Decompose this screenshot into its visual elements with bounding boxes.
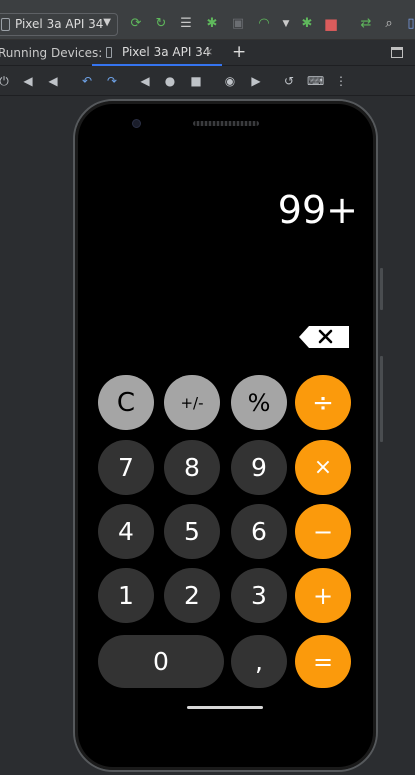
volume-up-icon[interactable]: ◀ <box>20 73 36 89</box>
clear-button[interactable]: C <box>98 375 154 430</box>
debug-icon[interactable]: ✱ <box>204 16 220 32</box>
volume-down-icon[interactable]: ◀ <box>45 73 61 89</box>
power-icon[interactable]: ⏻ <box>0 73 12 89</box>
profiler-icon[interactable]: ◠ <box>256 16 272 32</box>
phone-icon <box>106 47 112 58</box>
window-options-icon[interactable] <box>391 47 403 58</box>
tab-label: Pixel 3a API 34 <box>122 45 211 59</box>
device-selector-label: Pixel 3a API 34 <box>15 17 104 31</box>
equals-button[interactable]: = <box>295 635 351 688</box>
phone-icon <box>1 18 10 31</box>
keyboard-icon[interactable]: ⌨ <box>307 73 324 89</box>
add-tab-button[interactable]: + <box>232 42 246 62</box>
backspace-icon[interactable] <box>299 325 349 349</box>
dropdown-icon[interactable]: ▼ <box>278 16 294 32</box>
apply-code-changes-icon[interactable]: ↻ <box>153 16 169 32</box>
side-power-button <box>380 268 383 310</box>
device-selector[interactable]: Pixel 3a API 34 ▼ <box>0 13 118 36</box>
stop-icon[interactable]: ■ <box>323 16 339 32</box>
search-icon[interactable]: ⌕ <box>381 16 397 32</box>
multiply-button[interactable]: × <box>295 440 351 495</box>
main-toolbar: Pixel 3a API 34 ▼ ⟳ ↻ ☰ ✱ ▣ ◠ ▼ ✱ ■ ⇄ ⌕ … <box>0 0 415 40</box>
screenshot-icon[interactable]: ◉ <box>222 73 238 89</box>
overview-icon[interactable]: ■ <box>188 73 204 89</box>
digit-2-button[interactable]: 2 <box>164 568 220 623</box>
side-volume-button <box>380 356 383 442</box>
snapshot-icon[interactable]: ↺ <box>281 73 297 89</box>
plus-button[interactable]: + <box>295 568 351 623</box>
emulator-toolbar: ⏻ ◀ ◀ ↶ ↷ ◀ ● ■ ◉ ▶ ↺ ⌨ ⋮ <box>0 66 415 96</box>
running-devices-tabbar: Running Devices: Pixel 3a API 34 × + <box>0 40 415 66</box>
digit-1-button[interactable]: 1 <box>98 568 154 623</box>
running-devices-label: Running Devices: <box>0 46 103 60</box>
logcat-icon[interactable]: ☰ <box>178 16 194 32</box>
minus-button[interactable]: − <box>295 504 351 559</box>
sign-toggle-button[interactable]: +/- <box>164 375 220 430</box>
rotate-right-icon[interactable]: ↷ <box>104 73 120 89</box>
sync-icon[interactable]: ⇄ <box>358 16 374 32</box>
apply-changes-icon[interactable]: ⟳ <box>128 16 144 32</box>
close-icon[interactable]: × <box>204 45 213 58</box>
digit-9-button[interactable]: 9 <box>231 440 287 495</box>
front-camera <box>132 119 141 128</box>
digit-5-button[interactable]: 5 <box>164 504 220 559</box>
gesture-home-bar[interactable] <box>187 706 263 709</box>
more-icon[interactable]: ⋮ <box>333 73 349 89</box>
attach-debugger-icon[interactable]: ▣ <box>230 16 246 32</box>
screen-record-icon[interactable]: ▶ <box>248 73 264 89</box>
percent-button[interactable]: % <box>231 375 287 430</box>
calculator-display: 99+ <box>277 188 358 232</box>
digit-0-button[interactable]: 0 <box>98 635 224 688</box>
digit-4-button[interactable]: 4 <box>98 504 154 559</box>
digit-8-button[interactable]: 8 <box>164 440 220 495</box>
home-icon[interactable]: ● <box>162 73 178 89</box>
back-icon[interactable]: ◀ <box>137 73 153 89</box>
rotate-left-icon[interactable]: ↶ <box>79 73 95 89</box>
avd-manager-icon[interactable]: ▯ <box>403 16 415 32</box>
stop-debug-icon[interactable]: ✱ <box>299 16 315 32</box>
digit-7-button[interactable]: 7 <box>98 440 154 495</box>
earpiece-speaker <box>193 121 259 126</box>
comma-button[interactable]: , <box>231 635 287 688</box>
tab-pixel-3a[interactable]: Pixel 3a API 34 × <box>92 40 222 66</box>
digit-3-button[interactable]: 3 <box>231 568 287 623</box>
divide-button[interactable]: ÷ <box>295 375 351 430</box>
chevron-down-icon: ▼ <box>103 17 111 28</box>
digit-6-button[interactable]: 6 <box>231 504 287 559</box>
